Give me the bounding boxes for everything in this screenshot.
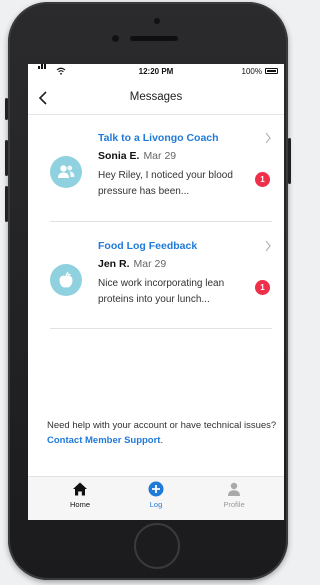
message-item-coach[interactable]: Talk to a Livongo Coach Sonia E. Mar 29 H… bbox=[28, 132, 284, 240]
message-subject: Food Log Feedback bbox=[98, 240, 198, 252]
message-date: Mar 29 bbox=[143, 150, 177, 162]
sender-name: Sonia E. bbox=[98, 150, 140, 162]
phone-frame: 12:20 PM 100% Messages Talk to a Livongo… bbox=[5, 2, 291, 580]
earpiece-speaker bbox=[130, 36, 178, 41]
person-icon bbox=[228, 482, 240, 496]
unread-badge: 1 bbox=[255, 280, 270, 295]
tab-label: Profile bbox=[223, 500, 245, 509]
status-bar: 12:20 PM 100% bbox=[28, 64, 284, 80]
people-icon bbox=[58, 165, 75, 178]
message-subject: Talk to a Livongo Coach bbox=[98, 132, 219, 144]
contact-support-link[interactable]: Contact Member Support bbox=[47, 435, 160, 446]
tab-bar: Home Log Profile bbox=[28, 476, 284, 520]
help-suffix: . bbox=[160, 435, 164, 446]
front-camera bbox=[112, 35, 119, 42]
chevron-right-icon bbox=[265, 132, 271, 144]
message-preview: Hey Riley, I noticed your blood pressure… bbox=[98, 170, 233, 197]
home-button[interactable] bbox=[134, 523, 180, 569]
power-button bbox=[288, 138, 291, 184]
sensor-dot bbox=[154, 18, 160, 24]
message-date: Mar 29 bbox=[133, 258, 167, 270]
nav-header: Messages bbox=[28, 82, 284, 115]
volume-up-button bbox=[5, 140, 8, 176]
battery-percent: 100% bbox=[241, 67, 262, 76]
message-sender-line: Jen R. Mar 29 bbox=[98, 258, 166, 270]
apple-icon bbox=[59, 271, 73, 288]
divider bbox=[50, 328, 272, 329]
help-text: Need help with your account or have tech… bbox=[47, 420, 277, 431]
message-sender-line: Sonia E. Mar 29 bbox=[98, 150, 176, 162]
support-help-text: Need help with your account or have tech… bbox=[47, 418, 279, 448]
message-item-food-log[interactable]: Food Log Feedback Jen R. Mar 29 Nice work… bbox=[28, 240, 284, 348]
page-title: Messages bbox=[129, 91, 183, 103]
home-icon bbox=[73, 482, 87, 496]
app-screen: 12:20 PM 100% Messages Talk to a Livongo… bbox=[28, 64, 284, 520]
unread-badge: 1 bbox=[255, 172, 270, 187]
tab-log[interactable]: Log bbox=[126, 481, 186, 509]
tab-label: Log bbox=[149, 500, 163, 509]
message-preview: Nice work incorporating lean proteins in… bbox=[98, 278, 225, 305]
tab-label: Home bbox=[69, 500, 90, 509]
tab-profile[interactable]: Profile bbox=[204, 481, 264, 509]
mute-switch bbox=[5, 98, 8, 120]
sender-name: Jen R. bbox=[98, 258, 130, 270]
avatar bbox=[50, 156, 82, 188]
divider bbox=[50, 221, 272, 222]
volume-down-button bbox=[5, 186, 8, 222]
battery-icon bbox=[265, 68, 278, 74]
chevron-right-icon bbox=[265, 240, 271, 252]
avatar bbox=[50, 264, 82, 296]
plus-circle-icon bbox=[148, 481, 164, 497]
tab-home[interactable]: Home bbox=[50, 481, 110, 509]
